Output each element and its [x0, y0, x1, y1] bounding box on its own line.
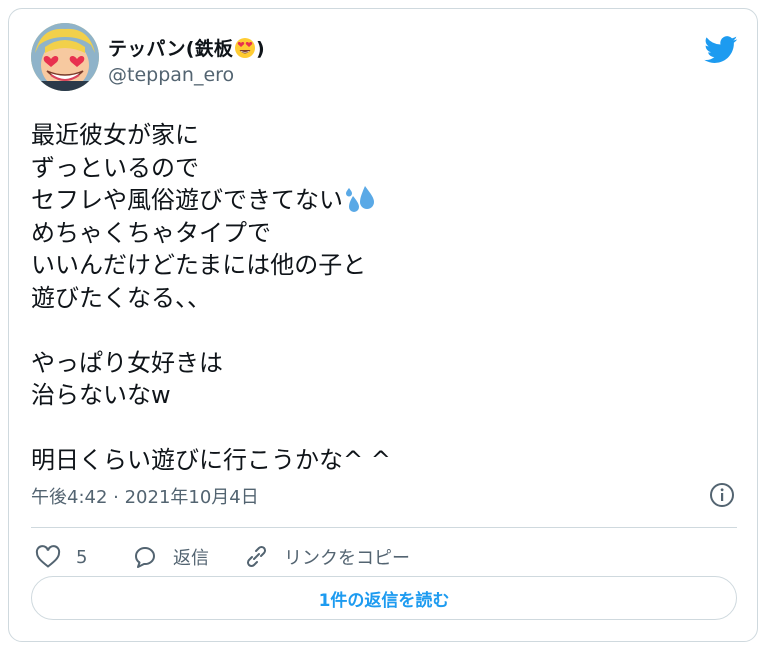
tweet-line: 治らないなw — [31, 381, 171, 409]
like-button[interactable]: 5 — [35, 540, 87, 574]
copy-link-button[interactable]: リンクをコピー — [243, 540, 410, 574]
tweet-line: めちゃくちゃタイプで — [31, 218, 271, 247]
reply-bubble-icon — [135, 547, 156, 568]
tweet-line: 遊びたくなる、、 — [31, 283, 211, 312]
display-name-suffix: ) — [256, 38, 265, 60]
info-icon[interactable] — [709, 482, 735, 508]
tweet-line: いいんだけどたまには他の子と — [31, 251, 367, 279]
tweet-line: やっぱり女好きは — [31, 348, 223, 377]
divider — [31, 527, 737, 528]
tweet-text: 最近彼女が家に ずっといるので セフレや風俗遊びできてない めちゃくちゃタイプで… — [31, 119, 591, 477]
heart-outline-icon — [35, 545, 61, 568]
like-count: 5 — [76, 546, 88, 568]
link-icon — [246, 545, 267, 568]
tweet-line: ずっといるので — [31, 153, 199, 182]
tweet-line-text: セフレや風俗遊びできてない — [31, 186, 343, 214]
avatar[interactable] — [31, 23, 99, 91]
read-replies-button[interactable]: 1件の返信を読む — [31, 576, 737, 620]
reply-label: 返信 — [173, 548, 209, 569]
tweet-line: セフレや風俗遊びできてない — [31, 184, 591, 217]
reply-button[interactable]: 返信 — [132, 540, 209, 574]
tweet-timestamp[interactable]: 午後4:42 · 2021年10月4日 — [31, 483, 259, 509]
sweat-droplets-emoji-icon — [345, 184, 375, 223]
tweet-line: 明日くらい遊びに行こうかな^ ^ — [31, 446, 391, 474]
heart-eyes-emoji-icon — [234, 37, 256, 64]
user-handle[interactable]: @teppan_ero — [108, 64, 234, 86]
display-name-text: テッパン(鉄板 — [108, 38, 234, 60]
read-replies-label: 1件の返信を読む — [318, 590, 450, 611]
tweet-card[interactable]: テッパン(鉄板 ) @teppan_ero 最近彼女が家に ずっといるので セフ… — [8, 8, 758, 642]
tweet-line: 最近彼女が家に — [31, 121, 199, 149]
copy-link-label: リンクをコピー — [284, 548, 410, 569]
twitter-bird-icon[interactable] — [704, 36, 738, 64]
avatar-image — [31, 23, 99, 91]
display-name[interactable]: テッパン(鉄板 ) — [108, 34, 265, 64]
